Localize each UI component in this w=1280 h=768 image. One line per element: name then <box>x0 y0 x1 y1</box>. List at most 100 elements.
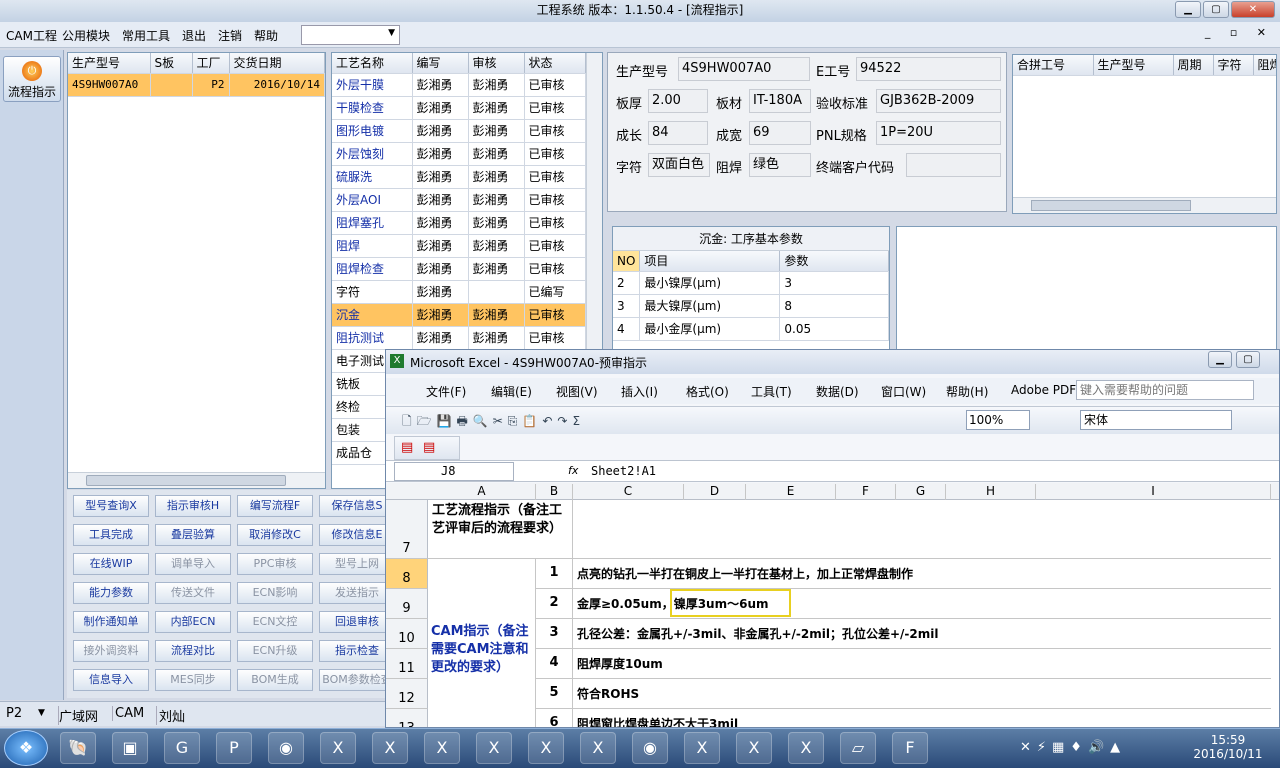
toolbar-icons[interactable]: 🗋🗁💾🖶🔍✂⎘📋↶↷Σ <box>402 412 585 433</box>
minimize-button[interactable]: ▁ <box>1175 1 1201 18</box>
menu-cam[interactable]: CAM工程 <box>6 27 57 44</box>
chevron-down-icon[interactable]: ▼ <box>38 708 45 718</box>
action-button[interactable]: 接外调资料 <box>73 640 149 662</box>
excel-icon[interactable]: X <box>684 732 720 764</box>
cell-instruction[interactable]: 孔径公差：金属孔+/-3mil、非金属孔+/-2mil；孔位公差+/-2mil <box>573 619 1271 649</box>
action-button[interactable]: 型号查询X <box>73 495 149 517</box>
tray-clock[interactable]: 15:59 2016/10/11 <box>1188 733 1268 761</box>
table-row[interactable]: 阻焊检查 彭湘勇 彭湘勇 已审核 <box>332 257 586 281</box>
table-row[interactable]: 外层蚀刻 彭湘勇 彭湘勇 已审核 <box>332 142 586 166</box>
table-row[interactable]: 阻焊塞孔 彭湘勇 彭湘勇 已审核 <box>332 211 586 235</box>
tray-icons[interactable]: ✕⚡▦♦🔊▲ <box>1020 740 1126 755</box>
excel-menu-item[interactable]: 视图(V) <box>556 383 598 400</box>
column-header[interactable]: C <box>573 484 684 500</box>
eye-icon[interactable]: ◉ <box>268 732 304 764</box>
start-button[interactable]: ❖ <box>4 730 48 766</box>
field-soldermask[interactable]: 绿色 <box>749 153 811 177</box>
field-customer[interactable] <box>906 153 1001 177</box>
menu-exit[interactable]: 退出 <box>182 27 206 44</box>
column-header[interactable]: B <box>536 484 573 500</box>
cell-item-no[interactable]: 4 <box>536 649 573 679</box>
col-reviewer[interactable]: 审核 <box>468 53 525 74</box>
action-button[interactable]: 发送指示 <box>319 582 395 604</box>
action-button[interactable]: 叠层验算 <box>155 524 231 546</box>
menu-help[interactable]: 帮助 <box>254 27 278 44</box>
row-header[interactable]: 10 <box>386 619 428 649</box>
col-no[interactable]: NO <box>613 251 641 272</box>
action-button[interactable]: 传送文件 <box>155 582 231 604</box>
excel-minimize-button[interactable]: ▁ <box>1208 351 1232 368</box>
table-row[interactable]: 干膜检查 彭湘勇 彭湘勇 已审核 <box>332 96 586 120</box>
excel-x-icon[interactable]: X <box>320 732 356 764</box>
action-button[interactable]: 在线WIP <box>73 553 149 575</box>
field-thickness[interactable]: 2.00 <box>648 89 708 113</box>
action-button[interactable]: ECN升级 <box>237 640 313 662</box>
col-param[interactable]: 参数 <box>779 251 889 272</box>
app-f-icon[interactable]: F <box>892 732 928 764</box>
cell-row7-content[interactable] <box>573 500 1271 559</box>
field-legend[interactable]: 双面白色 <box>648 153 710 177</box>
action-button[interactable]: 流程对比 <box>155 640 231 662</box>
cell-item-no[interactable]: 3 <box>536 619 573 649</box>
cell-instruction[interactable]: 阻焊窗比焊盘单边不大于3mil <box>573 709 1271 727</box>
table-row[interactable]: 硫脲洗 彭湘勇 彭湘勇 已审核 <box>332 165 586 189</box>
excel-menu-item[interactable]: 工具(T) <box>751 383 792 400</box>
column-header[interactable]: D <box>684 484 746 500</box>
cell-instruction[interactable]: 阻焊厚度10um <box>573 649 1271 679</box>
field-standard[interactable]: GJB362B-2009 <box>876 89 1001 113</box>
row-header[interactable]: 7 <box>386 500 428 559</box>
action-button[interactable]: 取消修改C <box>237 524 313 546</box>
column-header[interactable]: E <box>746 484 836 500</box>
row-header[interactable]: 13 <box>386 709 428 727</box>
col-delivery[interactable]: 交货日期 <box>229 53 325 74</box>
column-header[interactable]: I <box>1036 484 1271 500</box>
excel-x-icon[interactable]: X <box>424 732 460 764</box>
table-row[interactable]: 阻抗测试 彭湘勇 彭湘勇 已审核 <box>332 326 586 350</box>
action-button[interactable]: 修改信息E <box>319 524 395 546</box>
table-row[interactable]: 4S9HW007A0 P2 2016/10/14 <box>68 73 325 97</box>
col-item[interactable]: 项目 <box>639 251 781 272</box>
table-row[interactable]: 2 最小镍厚(μm) 3 <box>613 271 889 295</box>
action-button[interactable]: 工具完成 <box>73 524 149 546</box>
action-button[interactable]: PPC审核 <box>237 553 313 575</box>
menu-tools[interactable]: 常用工具 <box>122 27 170 44</box>
table-row[interactable]: 3 最大镍厚(μm) 8 <box>613 294 889 318</box>
table-row[interactable]: 字符 彭湘勇 已编写 <box>332 280 586 304</box>
action-button[interactable]: 保存信息S <box>319 495 395 517</box>
action-button[interactable]: 编写流程F <box>237 495 313 517</box>
excel-menu-item[interactable]: 格式(O) <box>686 383 729 400</box>
row-header[interactable]: 11 <box>386 649 428 679</box>
app-g-icon[interactable]: G <box>164 732 200 764</box>
name-box[interactable]: J8 <box>394 462 514 481</box>
action-button[interactable]: MES同步 <box>155 669 231 691</box>
merge-hscrollbar[interactable] <box>1013 197 1276 213</box>
action-button[interactable]: ECN文控 <box>237 611 313 633</box>
action-button[interactable]: BOM生成 <box>237 669 313 691</box>
horizontal-scrollbar[interactable] <box>68 472 325 488</box>
spreadsheet[interactable]: A B C D E F G H I 工艺流程指示（备注工艺评审后的流程要求） 7 CAM指示（备注需要… <box>386 483 1279 727</box>
excel-icon[interactable]: X <box>736 732 772 764</box>
field-length[interactable]: 84 <box>648 121 708 145</box>
excel-menu-item[interactable]: 数据(D) <box>816 383 859 400</box>
cell-item-no[interactable]: 6 <box>536 709 573 727</box>
excel-x-icon[interactable]: X <box>372 732 408 764</box>
col-model[interactable]: 生产型号 <box>68 53 151 74</box>
excel-menu-item[interactable]: 文件(F) <box>426 383 466 400</box>
table-row[interactable]: 4 最小金厚(μm) 0.05 <box>613 317 889 341</box>
shell-icon[interactable]: 🐚 <box>60 732 96 764</box>
excel-menu-item[interactable]: 帮助(H) <box>946 383 988 400</box>
zoom-select[interactable]: 100% <box>966 410 1030 430</box>
field-material[interactable]: IT-180A <box>749 89 811 113</box>
cell-instruction[interactable]: 点亮的钻孔一半打在铜皮上一半打在基材上，加上正常焊盘制作 <box>573 559 1271 589</box>
col-merge-no[interactable]: 合拼工号 <box>1013 55 1094 76</box>
excel-x-icon[interactable]: X <box>476 732 512 764</box>
table-row[interactable]: 外层干膜 彭湘勇 彭湘勇 已审核 <box>332 73 586 97</box>
col-writer[interactable]: 编写 <box>412 53 469 74</box>
cell-instruction[interactable]: 符合ROHS <box>573 679 1271 709</box>
excel-icon[interactable]: X <box>788 732 824 764</box>
excel-x-icon[interactable]: X <box>580 732 616 764</box>
action-button[interactable]: 调单导入 <box>155 553 231 575</box>
formula-input[interactable]: Sheet2!A1 <box>591 464 656 478</box>
table-row[interactable]: 沉金 彭湘勇 彭湘勇 已审核 <box>332 303 586 327</box>
column-header[interactable]: A <box>428 484 536 500</box>
